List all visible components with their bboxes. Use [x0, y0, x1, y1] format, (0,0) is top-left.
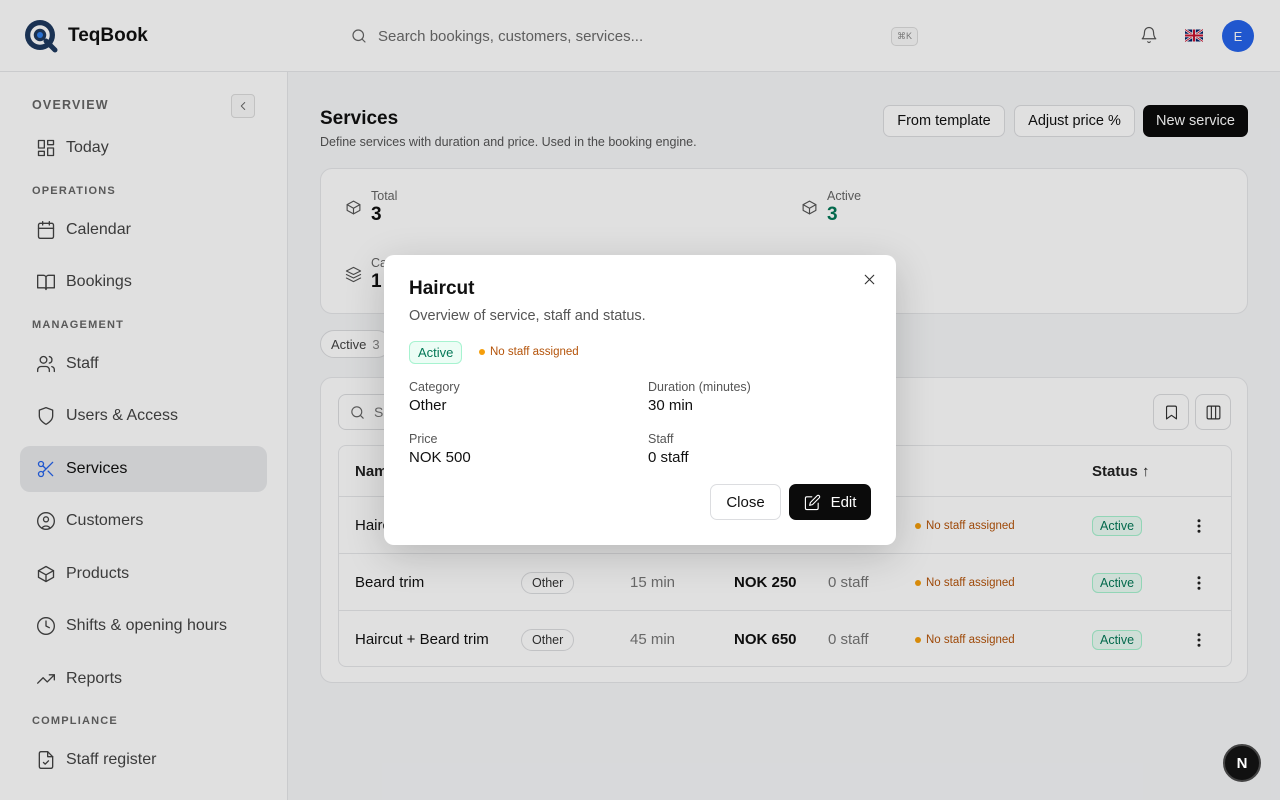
field-duration: Duration (minutes) 30 min	[648, 380, 751, 414]
no-staff-warning: No staff assigned	[479, 346, 579, 358]
edit-button[interactable]: Edit	[789, 484, 871, 520]
service-details-dialog: Haircut Overview of service, staff and s…	[384, 255, 896, 545]
field-value: 30 min	[648, 397, 694, 414]
edit-icon	[804, 494, 820, 510]
dialog-subtitle: Overview of service, staff and status.	[409, 308, 646, 324]
field-category: Category Other	[409, 380, 460, 414]
field-staff: Staff 0 staff	[648, 432, 689, 466]
dialog-close-button[interactable]	[861, 271, 878, 288]
field-label: Category	[409, 380, 460, 394]
field-price: Price NOK 500	[409, 432, 471, 466]
field-label: Duration (minutes)	[648, 380, 751, 394]
field-value: 0 staff	[648, 449, 689, 466]
dev-tools-badge[interactable]: N	[1223, 744, 1261, 782]
edit-button-label: Edit	[830, 493, 857, 511]
dialog-title: Haircut	[409, 278, 475, 299]
field-label: Staff	[648, 432, 674, 446]
close-button[interactable]: Close	[710, 484, 781, 520]
close-icon	[864, 274, 875, 285]
field-value: NOK 500	[409, 449, 471, 466]
status-badge: Active	[409, 341, 463, 364]
field-value: Other	[409, 397, 447, 414]
field-label: Price	[409, 432, 438, 446]
warning-text: No staff assigned	[490, 346, 579, 358]
